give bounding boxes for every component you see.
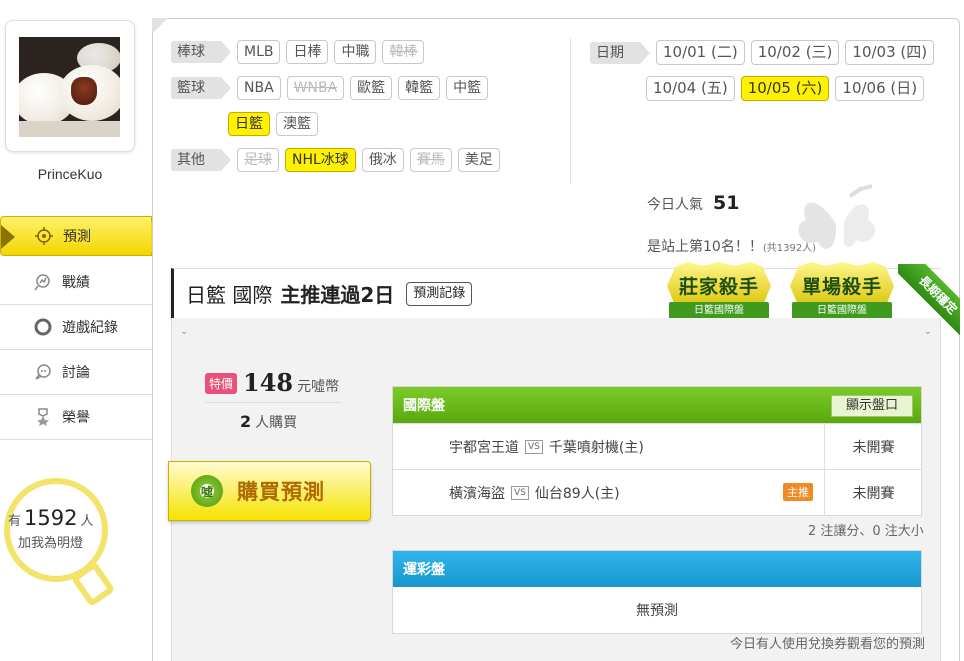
rank-text: 是站上第10名！！ [647,239,763,255]
date-tab[interactable]: 10/04 (五) [646,76,735,101]
nav-label: 榮譽 [62,410,90,426]
filter-row-other: 其他 足球 NHL冰球 俄冰 賽馬 美足 [171,148,500,172]
away-team: 橫濱海盜 [449,485,505,502]
butterfly-watermark-icon [798,184,876,249]
popularity-label: 今日人氣 [647,197,703,213]
price-unit: 元噓幣 [297,379,340,395]
footnote: 今日有人使用兌換券觀看您的預測 [730,637,926,652]
date-row-2: 10/04 (五) 10/05 (六) 10/06 (日) [646,76,925,101]
medal-icon [34,408,52,426]
filter-row-baseball: 棒球 MLB 日棒 中職 韓棒 [171,40,425,64]
filter-row-basketball-2: 日籃 澳籃 [228,112,318,136]
tag-au-bball[interactable]: 澳籃 [276,112,318,136]
date-tab-selected[interactable]: 10/05 (六) [740,76,830,101]
filter-label: 其他 [171,149,231,171]
match-status: 未開賽 [824,470,922,516]
prediction-record-button[interactable]: 預測記錄 [406,281,473,306]
home-team: 千葉噴射機(主) [548,439,644,456]
table-row: 宇都宮王道 VS 千葉噴射機(主) 未開賽 [393,423,922,470]
avatar-card [5,20,135,152]
buy-prediction-button[interactable]: 噓 購買預測 [168,461,371,521]
username[interactable]: PrinceKuo [0,166,140,182]
headline: 主推連過2日 [280,283,395,307]
circle-icon [34,318,52,336]
nav-label: 遊戲紀錄 [62,320,118,336]
tag-kbo: 韓棒 [382,40,425,64]
tag-mlb[interactable]: MLB [237,40,281,64]
tag-jp-bball[interactable]: 日籃 [228,112,270,136]
fans-count: 1592 [24,506,78,530]
main-pick-badge: 主推 [783,483,813,501]
bet-summary: 2 注讓分、0 注大小 [808,524,924,539]
nav-item-predict[interactable]: 預測 [0,216,163,256]
avatar[interactable] [19,37,120,137]
filter-label: 籃球 [171,77,231,99]
tag-soccer: 足球 [237,148,279,172]
price-amount: 148 [243,368,294,397]
league-title: 日籃 國際 [186,283,273,307]
combo-header: 運彩盤 [393,551,921,587]
tag-cba[interactable]: 中籃 [446,76,489,100]
popularity-value: 51 [713,192,740,214]
table-row: 橫濱海盜 VS 仙台89人(主) 主推 未開賽 [393,469,922,516]
popularity: 今日人氣 51 [647,192,739,214]
badge-title: 單場殺手 [801,276,882,298]
nav-label: 討論 [62,365,90,381]
side-nav: 預測 戰績 遊戲紀錄 討論 榮譽 [0,216,163,440]
tag-nba[interactable]: NBA [237,76,281,100]
show-odds-button[interactable]: 顯示盤口 [830,395,913,417]
nav-label: 預測 [63,229,91,245]
nav-item-game-log[interactable]: 遊戲紀錄 [0,305,152,350]
fans-widget[interactable]: 有 1592 人 加我為明燈 [0,478,140,618]
buy-label: 購買預測 [237,480,325,504]
fans-prefix: 有 [8,514,22,529]
crosshair-icon [35,227,53,245]
pin-icon: ⌄ [923,326,932,337]
special-price-badge: 特價 [205,373,238,394]
combo-table: 運彩盤 無預測 [392,550,922,634]
price-box: 特價 148 元噓幣 [205,368,339,397]
filter-label: 棒球 [171,41,231,63]
combo-empty: 無預測 [636,603,678,619]
home-team: 仙台89人(主) [534,485,620,502]
fans-caption: 加我為明燈 [18,536,84,551]
tag-nhl[interactable]: NHL冰球 [285,148,356,172]
date-tab[interactable]: 10/06 (日) [835,76,925,101]
fans-suffix: 人 [80,514,94,529]
date-row-1: 日期 10/01 (二) 10/02 (三) 10/03 (四) [590,40,935,65]
pin-icon: ⌄ [180,326,189,337]
nav-label: 戰績 [62,275,90,291]
buyers-unit: 人購買 [255,415,298,431]
buyers-number: 2 [240,412,252,431]
buyers-count: 2 人購買 [240,412,297,432]
date-label: 日期 [590,41,650,64]
badge-title: 莊家殺手 [678,276,759,298]
intl-header-label: 國際盤 [403,398,445,414]
vs-badge: VS [525,439,543,454]
tag-nfl[interactable]: 美足 [457,148,500,172]
vs-badge: VS [511,485,529,500]
tag-cpbl[interactable]: 中職 [334,40,377,64]
intl-header: 國際盤 顯示盤口 [393,387,921,423]
tag-khl[interactable]: 俄冰 [361,148,404,172]
tag-npb[interactable]: 日棒 [286,40,329,64]
tag-kbl[interactable]: 韓籃 [398,76,441,100]
date-tab[interactable]: 10/03 (四) [845,40,935,65]
chat-icon [34,363,52,381]
date-tab[interactable]: 10/02 (三) [750,40,840,65]
away-team: 宇都宮王道 [449,439,519,456]
nav-item-honor[interactable]: 榮譽 [0,395,152,440]
filter-row-basketball: 籃球 NBA WNBA 歐籃 韓籃 中籃 [171,76,489,100]
nav-item-record[interactable]: 戰績 [0,260,152,305]
date-tab[interactable]: 10/01 (二) [656,40,745,65]
coin-icon: 噓 [191,475,223,507]
tag-euro-bball[interactable]: 歐籃 [350,76,393,100]
nav-item-discuss[interactable]: 討論 [0,350,152,395]
chart-icon [34,273,52,291]
intl-table: 國際盤 顯示盤口 宇都宮王道 VS 千葉噴射機(主) 未開賽 橫濱海盜 VS 仙… [392,386,922,516]
match-status: 未開賽 [824,424,922,470]
tag-wnba: WNBA [286,76,345,100]
tag-horse: 賽馬 [409,148,452,172]
